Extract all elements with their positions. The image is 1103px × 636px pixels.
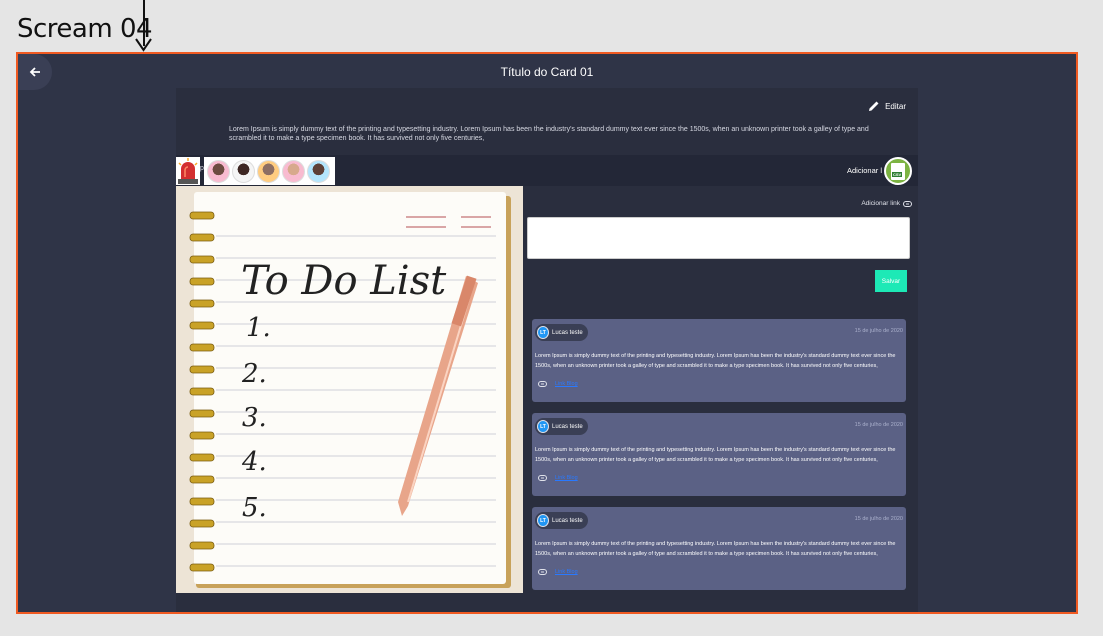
csv-file-icon: CSV (891, 162, 905, 180)
comment-date: 15 de julho de 2020 (854, 422, 903, 428)
link-icon (538, 381, 547, 387)
comment-card: LT Lucas teste 15 de julho de 2020 Lorem… (532, 413, 906, 496)
avatar[interactable] (282, 159, 305, 183)
link-input[interactable] (527, 217, 910, 259)
top-bar: Título do Card 01 (18, 54, 1076, 90)
add-link-label: Adicionar link (861, 200, 900, 207)
add-attachment-label: Adicionar l (847, 166, 883, 175)
card-detail-panel: Editar Lorem Ipsum is simply dummy text … (176, 88, 918, 612)
comment-text: Lorem Ipsum is simply dummy text of the … (535, 541, 896, 557)
link-icon (538, 569, 547, 575)
members-strip: p Adicionar l CSV (176, 155, 918, 186)
csv-label: CSV (892, 171, 903, 177)
avatar[interactable] (307, 159, 330, 183)
comment-card: LT Lucas teste 15 de julho de 2020 Lorem… (532, 319, 906, 402)
todo-notebook-illustration: To Do List 1. 2. 3. 4. 5. (176, 186, 523, 593)
member-avatars[interactable] (204, 157, 335, 185)
avatar: LT (537, 514, 549, 527)
comment-card: LT Lucas teste 15 de julho de 2020 Lorem… (532, 507, 906, 590)
link-blog[interactable]: Link Blog (555, 475, 578, 481)
comment-date: 15 de julho de 2020 (854, 328, 903, 334)
avatar[interactable] (257, 159, 280, 183)
alarm-icon[interactable] (176, 157, 200, 185)
pointer-arrow-icon (135, 38, 152, 52)
comment-link[interactable]: Link Blog (538, 475, 578, 481)
author-chip[interactable]: LT Lucas teste (535, 512, 588, 529)
todo-item: 2. (241, 359, 267, 389)
csv-export-button[interactable]: CSV (884, 157, 912, 185)
todo-item: 1. (246, 313, 271, 343)
add-link-button[interactable]: Adicionar link (861, 200, 912, 207)
edit-label: Editar (885, 101, 906, 111)
comment-text: Lorem Ipsum is simply dummy text of the … (535, 353, 896, 369)
todo-item: 3. (242, 403, 267, 433)
todo-item: 5. (242, 493, 267, 523)
avatar[interactable] (207, 159, 230, 183)
author-chip[interactable]: LT Lucas teste (535, 324, 588, 341)
link-blog[interactable]: Link Blog (555, 381, 578, 387)
card-image: To Do List 1. 2. 3. 4. 5. (176, 186, 523, 593)
avatar: LT (537, 326, 549, 339)
links-section: Adicionar link Salvar LT Lucas teste 15 … (527, 186, 918, 612)
avatar[interactable] (232, 159, 255, 183)
edit-button[interactable]: Editar (868, 100, 906, 112)
pencil-icon (869, 101, 879, 111)
author-name: Lucas teste (552, 329, 583, 336)
link-blog[interactable]: Link Blog (555, 569, 578, 575)
comment-text: Lorem Ipsum is simply dummy text of the … (535, 447, 896, 463)
page-title: Título do Card 01 (500, 65, 594, 79)
link-icon (903, 200, 912, 207)
app-screen: Título do Card 01 Editar Lorem Ipsum is … (16, 52, 1078, 614)
frame-label: Scream 04 (17, 14, 153, 44)
author-chip[interactable]: LT Lucas teste (535, 418, 588, 435)
save-button[interactable]: Salvar (875, 270, 907, 292)
author-name: Lucas teste (552, 423, 583, 430)
todo-item: 4. (241, 447, 267, 477)
todo-title: To Do List (241, 258, 447, 304)
avatar: LT (537, 420, 549, 433)
comment-link[interactable]: Link Blog (538, 569, 578, 575)
comment-link[interactable]: Link Blog (538, 381, 578, 387)
author-name: Lucas teste (552, 517, 583, 524)
card-description: Lorem Ipsum is simply dummy text of the … (229, 126, 869, 142)
link-icon (538, 475, 547, 481)
comment-date: 15 de julho de 2020 (854, 516, 903, 522)
